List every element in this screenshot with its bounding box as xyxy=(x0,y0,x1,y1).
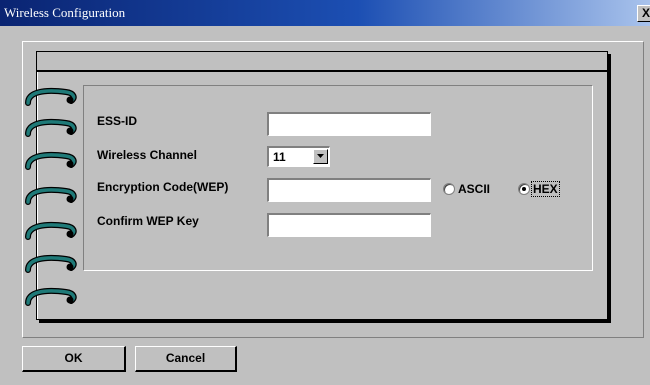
confirm-wep-key-input[interactable] xyxy=(267,213,431,237)
notebook-header xyxy=(37,52,607,72)
ess-id-input[interactable] xyxy=(267,112,431,136)
close-icon: X xyxy=(641,6,650,20)
ok-button[interactable]: OK xyxy=(22,346,126,372)
spiral-ring-icon xyxy=(25,151,77,170)
spiral-ring-icon xyxy=(25,118,77,137)
ascii-radio-label: ASCII xyxy=(458,182,491,196)
spiral-ring-icon xyxy=(25,287,77,306)
wireless-channel-label: Wireless Channel xyxy=(97,148,197,162)
radio-button-icon xyxy=(443,183,455,195)
close-button[interactable]: X xyxy=(637,5,650,22)
confirm-wep-key-label: Confirm WEP Key xyxy=(97,214,199,228)
spiral-ring-icon xyxy=(25,221,77,240)
spiral-ring-icon xyxy=(25,87,77,106)
wep-key-input[interactable] xyxy=(267,178,431,202)
hex-radio-label: HEX xyxy=(531,181,560,197)
spiral-ring-icon xyxy=(25,186,77,205)
dropdown-button[interactable] xyxy=(313,149,328,164)
cancel-button[interactable]: Cancel xyxy=(135,346,237,372)
radio-button-selected-icon xyxy=(518,183,530,195)
channel-value: 11 xyxy=(273,150,286,164)
hex-radio[interactable]: HEX xyxy=(518,181,560,197)
encryption-code-label: Encryption Code(WEP) xyxy=(97,180,229,194)
spiral-ring-icon xyxy=(25,254,77,273)
wireless-channel-select[interactable]: 11 xyxy=(267,146,330,167)
chevron-down-icon xyxy=(317,154,324,158)
ess-id-label: ESS-ID xyxy=(97,114,138,128)
ascii-radio[interactable]: ASCII xyxy=(443,181,491,197)
window-title: Wireless Configuration xyxy=(4,5,126,20)
title-bar: Wireless Configuration xyxy=(0,0,650,26)
